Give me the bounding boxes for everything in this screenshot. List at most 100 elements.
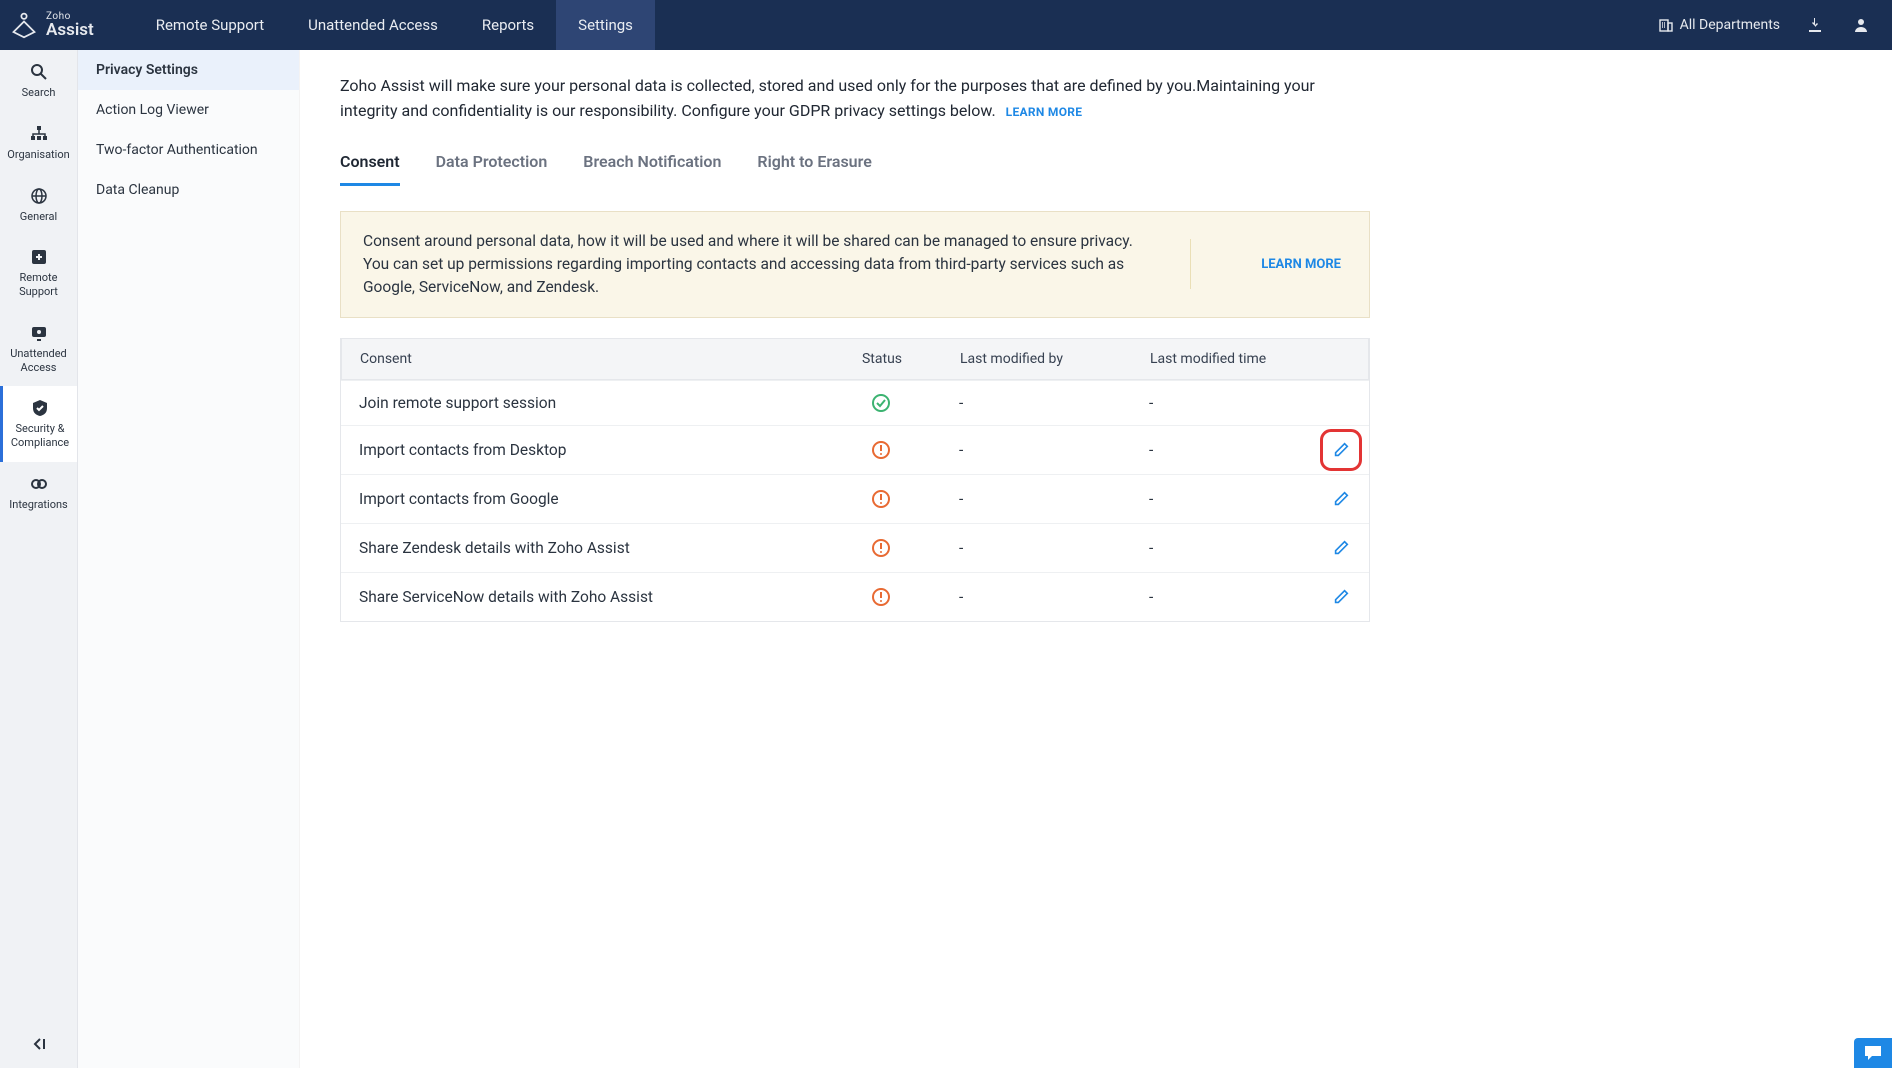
cell-modified-time: -	[1131, 478, 1311, 520]
subnav-privacy-settings[interactable]: Privacy Settings	[78, 50, 299, 90]
brand-logo[interactable]: Zoho Assist	[10, 11, 94, 39]
user-icon[interactable]	[1850, 14, 1872, 36]
download-icon[interactable]	[1804, 14, 1826, 36]
cell-status	[821, 477, 941, 521]
cell-status	[821, 428, 941, 472]
edit-button[interactable]	[1329, 585, 1353, 609]
plus-square-icon	[29, 247, 49, 267]
edit-button[interactable]	[1329, 487, 1353, 511]
table-row: Import contacts from Google--	[341, 474, 1369, 523]
cell-modified-time: -	[1131, 576, 1311, 618]
cell-consent-name: Share ServiceNow details with Zoho Assis…	[341, 576, 821, 618]
rail-label: Search	[22, 86, 56, 100]
chat-icon	[1863, 1044, 1883, 1062]
rail-general[interactable]: General	[0, 174, 77, 236]
topbar: Zoho Assist Remote Support Unattended Ac…	[0, 0, 1892, 50]
link-icon	[29, 474, 49, 494]
topnav-settings[interactable]: Settings	[556, 0, 655, 50]
topnav-label: Remote Support	[156, 16, 264, 34]
brand-text: Zoho Assist	[46, 12, 94, 39]
cell-modified-by: -	[941, 527, 1131, 569]
th-status: Status	[822, 339, 942, 379]
subnav-data-cleanup[interactable]: Data Cleanup	[78, 170, 299, 210]
tab-consent[interactable]: Consent	[340, 152, 400, 186]
rail-unattended-access[interactable]: Unattended Access	[0, 311, 77, 387]
rail-label: Unattended Access	[4, 347, 73, 375]
consent-infobox: Consent around personal data, how it wil…	[340, 211, 1370, 319]
th-modified-time: Last modified time	[1132, 339, 1312, 379]
topbar-right: All Departments	[1658, 14, 1872, 36]
settings-subnav: Privacy Settings Action Log Viewer Two-f…	[78, 50, 300, 1068]
cell-modified-time: -	[1131, 527, 1311, 569]
topnav-label: Settings	[578, 16, 633, 34]
alert-circle-icon	[871, 587, 891, 607]
cell-consent-name: Share Zendesk details with Zoho Assist	[341, 527, 821, 569]
settings-rail: Search Organisation General Remote Suppo…	[0, 50, 78, 1068]
rail-collapse[interactable]	[0, 1020, 77, 1068]
subnav-label: Two-factor Authentication	[96, 142, 258, 158]
tab-label: Breach Notification	[583, 152, 721, 171]
subnav-label: Action Log Viewer	[96, 102, 209, 118]
tab-breach-notification[interactable]: Breach Notification	[583, 152, 721, 186]
collapse-icon	[29, 1034, 49, 1054]
topnav-label: Unattended Access	[308, 16, 438, 34]
monitor-icon	[29, 323, 49, 343]
edit-button[interactable]	[1329, 438, 1353, 462]
subnav-label: Data Cleanup	[96, 182, 179, 198]
pencil-icon	[1332, 588, 1350, 606]
th-actions	[1312, 339, 1372, 379]
th-consent: Consent	[342, 339, 822, 379]
table-row: Join remote support session --	[341, 380, 1369, 425]
rail-label: General	[20, 210, 57, 224]
rail-remote-support[interactable]: Remote Support	[0, 235, 77, 311]
alert-circle-icon	[871, 538, 891, 558]
tab-data-protection[interactable]: Data Protection	[436, 152, 548, 186]
rail-integrations[interactable]: Integrations	[0, 462, 77, 524]
rail-organisation[interactable]: Organisation	[0, 112, 77, 174]
building-icon	[1658, 17, 1674, 33]
tab-right-to-erasure[interactable]: Right to Erasure	[757, 152, 871, 186]
tab-label: Data Protection	[436, 152, 548, 171]
topnav: Remote Support Unattended Access Reports…	[134, 0, 655, 50]
chat-fab[interactable]	[1854, 1038, 1892, 1068]
cell-modified-time: -	[1131, 429, 1311, 471]
alert-circle-icon	[871, 440, 891, 460]
search-icon	[29, 62, 49, 82]
subnav-label: Privacy Settings	[96, 62, 198, 78]
topnav-reports[interactable]: Reports	[460, 0, 556, 50]
topnav-remote-support[interactable]: Remote Support	[134, 0, 286, 50]
intro-learn-more-link[interactable]: LEARN MORE	[1006, 105, 1083, 119]
department-label: All Departments	[1680, 17, 1780, 33]
table-header-row: Consent Status Last modified by Last mod…	[341, 338, 1369, 380]
cell-consent-name: Join remote support session	[341, 382, 821, 424]
cell-actions	[1311, 391, 1371, 415]
pencil-icon	[1332, 539, 1350, 557]
privacy-tabs: Consent Data Protection Breach Notificat…	[340, 152, 1860, 187]
table-row: Share Zendesk details with Zoho Assist --	[341, 523, 1369, 572]
cell-modified-by: -	[941, 576, 1131, 618]
topnav-unattended-access[interactable]: Unattended Access	[286, 0, 460, 50]
rail-label: Remote Support	[4, 271, 73, 299]
main-content: Zoho Assist will make sure your personal…	[300, 50, 1892, 1068]
rail-label: Integrations	[9, 498, 67, 512]
cell-consent-name: Import contacts from Desktop	[341, 429, 821, 471]
rail-label: Organisation	[7, 148, 69, 162]
rail-security-compliance[interactable]: Security & Compliance	[0, 386, 77, 462]
cell-modified-by: -	[941, 382, 1131, 424]
table-row: Share ServiceNow details with Zoho Assis…	[341, 572, 1369, 621]
th-modified-by: Last modified by	[942, 339, 1132, 379]
cell-consent-name: Import contacts from Google	[341, 478, 821, 520]
cell-status	[821, 575, 941, 619]
check-circle-icon	[871, 393, 891, 413]
subnav-two-factor-auth[interactable]: Two-factor Authentication	[78, 130, 299, 170]
subnav-action-log-viewer[interactable]: Action Log Viewer	[78, 90, 299, 130]
edit-button[interactable]	[1329, 536, 1353, 560]
department-selector[interactable]: All Departments	[1658, 17, 1780, 33]
cell-status	[821, 526, 941, 570]
cell-modified-time: -	[1131, 382, 1311, 424]
infobox-learn-more-link[interactable]: LEARN MORE	[1190, 239, 1341, 289]
pencil-icon	[1332, 441, 1350, 459]
rail-search[interactable]: Search	[0, 50, 77, 112]
table-row: Import contacts from Desktop --	[341, 425, 1369, 474]
cell-modified-by: -	[941, 429, 1131, 471]
